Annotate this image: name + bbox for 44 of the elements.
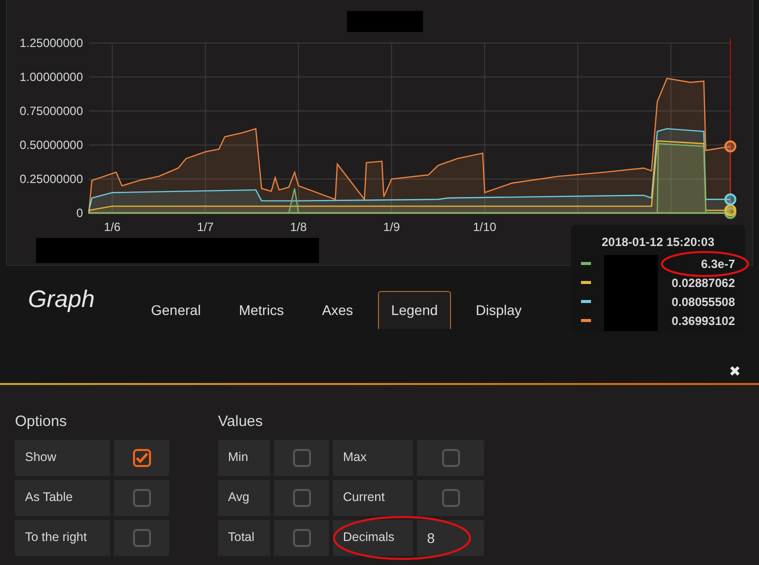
option-label: Current [333,480,413,516]
checkbox[interactable] [292,448,310,466]
axis-label: 1/8 [290,220,307,234]
hover-point [724,204,736,216]
axis-label: 0 [76,206,83,220]
axis-label: 0.50000000 [20,138,83,152]
option-label: Total [218,520,270,556]
option-label: To the right [15,520,110,556]
hover-point [724,193,736,206]
editor-tab[interactable]: Display [462,291,535,329]
axis-label: 1.00000000 [20,70,83,84]
option-label: Decimals [333,520,413,556]
editor-tab[interactable]: Metrics [226,291,297,329]
axis-label: 1/10 [473,220,496,234]
axis-label: 1/6 [104,220,121,234]
tooltip-time: 2018-01-12 15:20:03 [600,234,716,251]
checkbox[interactable] [292,488,310,506]
axis-label: 1/9 [383,220,400,234]
tooltip-value: 0.36993102 [672,312,735,330]
option-label: Max [333,440,413,476]
editor-tab[interactable]: Axes [308,291,366,329]
axis-label: 0.25000000 [20,172,83,186]
panel-type-title: Graph [28,285,96,315]
editor-tab[interactable]: Legend [378,291,451,329]
option-label: Show [15,440,110,476]
option-label: Min [218,440,270,476]
checkbox[interactable] [132,528,150,546]
option-label: Avg [218,480,270,516]
section-heading: Options [15,412,68,432]
axis-label: 1.25000000 [20,36,83,50]
axis-label: 1/7 [197,220,214,234]
tooltip-value: 6.3e-7 [700,256,735,273]
checkbox[interactable] [442,448,460,466]
axis-label: 0.75000000 [20,104,83,118]
tooltip-value: 0.02887062 [672,274,735,292]
checkbox[interactable] [442,488,460,506]
checkbox[interactable] [132,488,150,506]
hover-point [724,140,736,152]
checkbox[interactable] [292,528,310,546]
option-label: As Table [15,480,110,516]
checkbox[interactable] [132,448,150,466]
editor-tab[interactable]: General [138,291,214,329]
tooltip-value: 0.08055508 [672,294,735,311]
section-heading: Values [218,412,264,432]
